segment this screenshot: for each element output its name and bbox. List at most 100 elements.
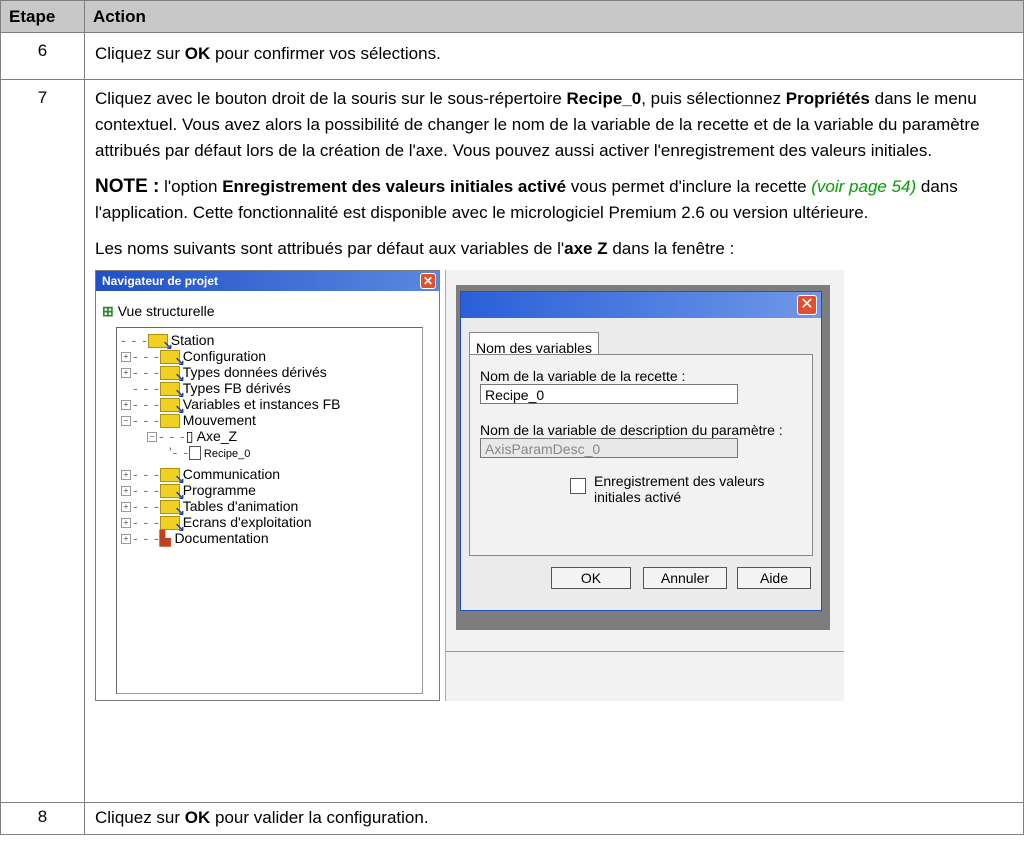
tree-item-axe-z[interactable]: − - - -▯ Axe_Z [147, 428, 237, 444]
tree-label: Ecrans d'exploitation [182, 514, 312, 530]
structural-view-label: ⊞ Vue structurelle [102, 298, 214, 324]
note-label: NOTE : [95, 176, 160, 197]
close-icon[interactable]: ✕ [420, 273, 436, 289]
tree-label: Types données dérivés [182, 364, 327, 380]
tree-label: Documentation [174, 530, 269, 546]
bold-properties: Propriétés [785, 89, 870, 108]
text: l'option [159, 177, 223, 196]
expand-icon[interactable]: + [121, 470, 131, 481]
text: Cliquez sur [95, 808, 185, 827]
text: pour confirmer vos sélections. [210, 44, 441, 63]
bold-ok: OK [184, 44, 211, 63]
tree-item-station[interactable]: - - -Station [121, 332, 215, 353]
navigator-title: Navigateur de projet [102, 274, 219, 288]
tree-item-variables[interactable]: +- - -Variables et instances FB [121, 396, 341, 417]
tree-item-configuration[interactable]: +- - -Configuration [121, 348, 267, 369]
text: Cliquez avec le bouton droit de la souri… [95, 89, 567, 108]
screenshot-figure: Navigateur de projet ✕ ⊞ Vue structurelle… [95, 270, 844, 701]
expand-icon[interactable]: + [121, 486, 131, 497]
tree-label: Variables et instances FB [182, 396, 341, 412]
divider [446, 651, 844, 652]
recipe-variable-field[interactable]: Recipe_0 [480, 384, 738, 404]
step-action: Cliquez sur OK pour valider la configura… [84, 802, 1024, 835]
tree-item-derived-types[interactable]: +- - -Types données dérivés [121, 364, 327, 385]
tree-label: Mouvement [182, 412, 256, 428]
expand-icon[interactable]: + [121, 534, 131, 545]
expand-icon[interactable]: + [121, 368, 131, 379]
view-label: Vue structurelle [117, 303, 215, 319]
properties-dialog: ✕ Nom des variables Nom de la variable d… [460, 291, 822, 611]
documentation-icon: ▙ [159, 530, 171, 546]
tree-item-recipe[interactable]: '- - Recipe_0 [169, 444, 250, 462]
help-button[interactable]: Aide [737, 567, 811, 589]
project-tree: - - -Station +- - -Configuration +- - -T… [116, 327, 423, 694]
folder-icon [159, 350, 185, 369]
document-icon [188, 446, 201, 461]
bold-ok: OK [184, 808, 211, 827]
navigator-titlebar: Navigateur de projet ✕ [96, 271, 439, 291]
tree-label: Types FB dérivés [182, 380, 291, 396]
step-row-6: 6 Cliquez sur OK pour confirmer vos séle… [0, 32, 1024, 80]
text: dans la fenêtre : [607, 239, 735, 258]
close-icon[interactable]: ✕ [797, 295, 817, 315]
folder-icon [159, 516, 185, 535]
initial-values-checkbox[interactable] [570, 478, 586, 494]
bold-recipe: Recipe_0 [566, 89, 642, 108]
tree-label: Communication [182, 466, 281, 482]
initial-values-label: Enregistrement des valeurs initiales act… [594, 473, 764, 505]
tree-label: Programme [182, 482, 256, 498]
text: Les noms suivants sont attribués par déf… [95, 239, 565, 258]
tab-panel: Nom de la variable de la recette : Recip… [469, 354, 813, 556]
header-step: Etape [0, 0, 85, 33]
dialog-backdrop: ✕ Nom des variables Nom de la variable d… [456, 285, 830, 630]
folder-icon [159, 398, 185, 417]
instruction-paragraph: Cliquez avec le bouton droit de la souri… [95, 86, 1013, 164]
tree-item-tables[interactable]: +- - -Tables d'animation [121, 498, 299, 519]
step-number: 8 [0, 802, 85, 835]
text: Cliquez sur [95, 44, 185, 63]
folder-icon [159, 484, 185, 503]
expand-icon[interactable]: + [121, 502, 131, 513]
param-variable-field: AxisParamDesc_0 [480, 438, 738, 458]
tree-item-ecrans[interactable]: +- - -Ecrans d'exploitation [121, 514, 312, 535]
properties-area: ✕ Nom des variables Nom de la variable d… [445, 270, 844, 701]
tree-label: Tables d'animation [182, 498, 299, 514]
step-row-8: 8 Cliquez sur OK pour valider la configu… [0, 802, 1024, 835]
collapse-icon[interactable]: − [147, 432, 157, 443]
tree-item-programme[interactable]: +- - -Programme [121, 482, 256, 503]
cancel-button[interactable]: Annuler [643, 567, 727, 589]
tree-item-documentation[interactable]: + - - -▙ Documentation [121, 530, 269, 546]
header-row: Etape Action [0, 0, 1024, 33]
dialog-titlebar: ✕ [461, 292, 821, 318]
expand-icon[interactable]: + [121, 518, 131, 529]
open-folder-icon [159, 414, 180, 429]
tree-view-icon: ⊞ [102, 303, 114, 319]
tree-item-communication[interactable]: +- - -Communication [121, 466, 281, 487]
ok-button[interactable]: OK [551, 567, 631, 589]
note-paragraph: NOTE : l'option Enregistrement des valeu… [95, 174, 1013, 226]
checkbox-label-line: Enregistrement des valeurs [594, 473, 765, 489]
folder-icon [159, 366, 185, 385]
expand-icon[interactable]: + [121, 352, 131, 363]
folder-icon [159, 382, 185, 401]
header-action: Action [84, 0, 1024, 33]
text: , puis sélectionnez [641, 89, 786, 108]
tree-label: Axe_Z [196, 428, 238, 444]
tree-label: Station [170, 332, 215, 348]
tree-label: Configuration [182, 348, 267, 364]
folder-icon [147, 334, 173, 353]
tree-item-fb-types[interactable]: - - -Types FB dérivés [133, 380, 291, 401]
step-number: 6 [0, 32, 85, 80]
step-number: 7 [0, 79, 85, 803]
page-reference-link[interactable]: (voir page 54) [811, 177, 916, 196]
checkbox-label-line: initiales activé [594, 489, 682, 505]
folder-icon [159, 468, 185, 487]
project-navigator-window: Navigateur de projet ✕ ⊞ Vue structurelle… [95, 270, 440, 701]
bold-option: Enregistrement des valeurs initiales act… [222, 177, 567, 196]
expand-icon[interactable]: + [121, 400, 131, 411]
axis-icon: ▯ [185, 428, 194, 444]
tree-item-mouvement[interactable]: − - - - Mouvement [121, 412, 256, 429]
collapse-icon[interactable]: − [121, 416, 131, 427]
names-paragraph: Les noms suivants sont attribués par déf… [95, 236, 1013, 262]
step-action: Cliquez avec le bouton droit de la souri… [84, 79, 1024, 803]
